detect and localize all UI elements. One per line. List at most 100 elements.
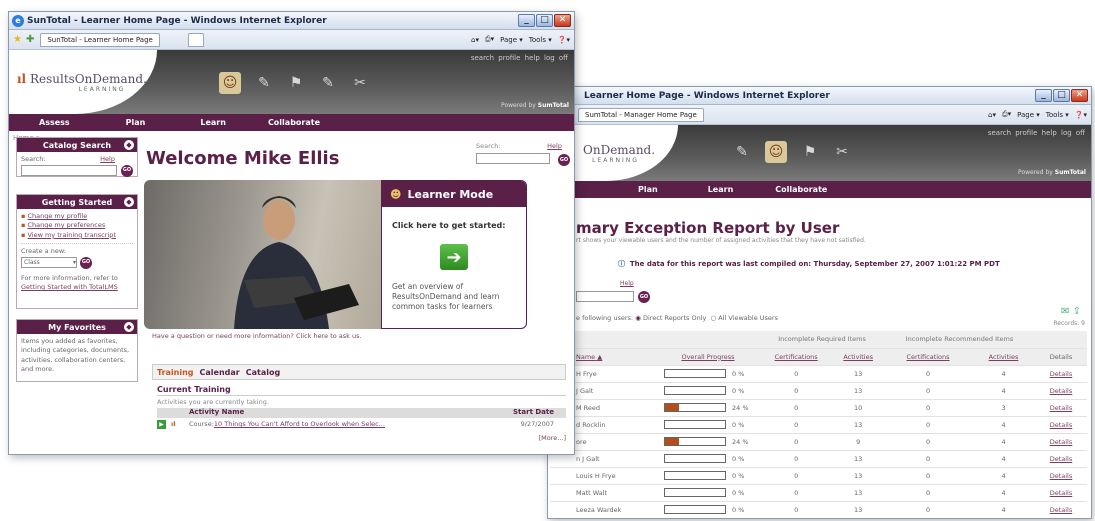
- app-banner: ıl ResultsOnDemand. LEARNING search prof…: [9, 50, 574, 114]
- details-link[interactable]: Details: [1035, 365, 1087, 383]
- tools-icon[interactable]: ✂: [351, 75, 369, 91]
- close-button[interactable]: ✕: [554, 14, 571, 27]
- help-icon[interactable]: ❓▾: [558, 36, 570, 44]
- catalog-search-label: Search:: [21, 155, 46, 163]
- recommended-activities: 4: [972, 467, 1035, 485]
- print-report-icon[interactable]: ✉: [1061, 306, 1069, 317]
- learn-icon[interactable]: ✎: [319, 75, 337, 91]
- launch-icon[interactable]: ▶: [157, 420, 166, 429]
- logo-bars-icon: ıl: [17, 71, 27, 86]
- nav-plan[interactable]: Plan: [126, 118, 146, 127]
- assess-icon[interactable]: ✎: [255, 75, 273, 91]
- get-started-arrow-button[interactable]: ➔: [440, 244, 468, 270]
- favorites-star-icon[interactable]: ★: [13, 34, 22, 45]
- collapse-icon[interactable]: ◆: [124, 140, 134, 150]
- getting-started-guide-link[interactable]: Getting Started with TotalLMS: [21, 283, 118, 291]
- col-header-progress[interactable]: Overall Progress: [656, 348, 760, 366]
- close-button[interactable]: ✕: [1071, 89, 1088, 102]
- add-favorites-icon[interactable]: ✚: [26, 34, 34, 45]
- browser-tab[interactable]: SunTotal - Learner Home Page: [40, 32, 160, 47]
- maximize-button[interactable]: □: [1053, 89, 1070, 102]
- progress-bar: [664, 488, 726, 497]
- ask-question-link[interactable]: Have a question or need more information…: [152, 332, 362, 340]
- list-item: ▪ Change my preferences: [21, 221, 106, 230]
- maximize-button[interactable]: □: [536, 14, 553, 27]
- nav-collaborate[interactable]: Collaborate: [775, 185, 827, 194]
- required-certifications: 0: [760, 365, 833, 383]
- nav-collaborate[interactable]: Collaborate: [268, 118, 320, 127]
- catalog-help-link[interactable]: Help: [100, 155, 115, 164]
- minimize-button[interactable]: _: [1035, 89, 1052, 102]
- details-link[interactable]: Details: [1035, 467, 1087, 485]
- search-help-link[interactable]: Help: [547, 142, 562, 150]
- details-link[interactable]: Details: [1035, 416, 1087, 434]
- details-link[interactable]: Details: [1035, 450, 1087, 468]
- learner-mode-icon[interactable]: ☺: [765, 141, 787, 163]
- help-link[interactable]: Help: [620, 280, 634, 287]
- favorites-header: My Favorites ◆: [17, 320, 137, 334]
- logo-subtitle: LEARNING: [592, 156, 639, 164]
- print-icon[interactable]: ⎙▾: [1002, 110, 1011, 119]
- help-icon[interactable]: ❓▾: [1075, 111, 1087, 119]
- top-links[interactable]: search profile help log off: [988, 129, 1085, 137]
- nav-assess[interactable]: Assess: [39, 118, 70, 127]
- radio-direct-reports[interactable]: ◉: [635, 314, 641, 322]
- details-link[interactable]: Details: [1035, 433, 1087, 451]
- col-header-rec-activities[interactable]: Activities: [972, 348, 1035, 366]
- collapse-icon[interactable]: ◆: [124, 322, 134, 332]
- home-icon[interactable]: ⌂▾: [471, 36, 479, 44]
- details-link[interactable]: Details: [1035, 501, 1087, 518]
- collapse-icon[interactable]: ◆: [124, 197, 134, 207]
- details-link[interactable]: Details: [1035, 399, 1087, 417]
- current-training-title: Current Training: [157, 385, 231, 394]
- nav-learn[interactable]: Learn: [708, 185, 734, 194]
- nav-learn[interactable]: Learn: [200, 118, 226, 127]
- tools-icon[interactable]: ✂: [833, 144, 851, 160]
- catalog-search-input[interactable]: [21, 165, 117, 177]
- col-header-rec-certs[interactable]: Certifications: [884, 348, 973, 366]
- records-count: Records: 9: [1053, 320, 1085, 327]
- learner-mode-icon[interactable]: ☺: [219, 72, 241, 94]
- progress-percent: 24 %: [732, 403, 749, 412]
- report-description: rt shows your viewable users and the num…: [576, 237, 866, 244]
- tab-training[interactable]: Training: [157, 368, 194, 377]
- create-go-button[interactable]: GO: [80, 256, 92, 269]
- tools-menu[interactable]: Tools ▾: [1046, 111, 1069, 119]
- browser-tools: ⌂▾ ⎙▾ Page ▾ Tools ▾ ❓▾: [988, 110, 1087, 119]
- col-header-req-activities[interactable]: Activities: [832, 348, 885, 366]
- change-profile-link[interactable]: Change my profile: [27, 212, 87, 220]
- details-link[interactable]: Details: [1035, 382, 1087, 400]
- go-button[interactable]: GO: [638, 291, 650, 303]
- browser-tab[interactable]: SumTotal - Manager Home Page: [578, 107, 704, 122]
- print-icon[interactable]: ⎙▾: [485, 35, 494, 44]
- col-header-req-certs[interactable]: Certifications: [760, 348, 833, 366]
- details-link[interactable]: Details: [1035, 484, 1087, 502]
- assess-icon[interactable]: ✎: [733, 144, 751, 160]
- minimize-button[interactable]: _: [518, 14, 535, 27]
- page-menu[interactable]: Page ▾: [1017, 111, 1040, 119]
- progress-cell: 0 %: [656, 416, 760, 434]
- plan-icon[interactable]: ⚑: [801, 144, 819, 160]
- col-start-date: Start Date: [513, 408, 554, 416]
- home-icon[interactable]: ⌂▾: [988, 111, 996, 119]
- search-go-button[interactable]: GO: [558, 154, 570, 166]
- search-input[interactable]: [576, 291, 634, 302]
- change-preferences-link[interactable]: Change my preferences: [27, 221, 105, 229]
- plan-icon[interactable]: ⚑: [287, 75, 305, 91]
- radio-all-users[interactable]: ○: [711, 314, 717, 322]
- export-icon[interactable]: ⇪: [1073, 306, 1081, 317]
- tools-menu[interactable]: Tools ▾: [529, 36, 552, 44]
- tab-catalog[interactable]: Catalog: [246, 368, 280, 377]
- new-tab-button[interactable]: [187, 32, 204, 47]
- view-transcript-link[interactable]: View my training transcript: [27, 231, 115, 239]
- page-menu[interactable]: Page ▾: [500, 36, 523, 44]
- more-link[interactable]: [More...]: [157, 434, 566, 442]
- col-activity-name: Activity Name: [189, 408, 245, 416]
- top-links[interactable]: search profile help log off: [471, 54, 568, 62]
- activity-link[interactable]: 10 Things You Can't Afford to Overlook w…: [214, 420, 385, 428]
- nav-plan[interactable]: Plan: [638, 185, 658, 194]
- catalog-go-button[interactable]: GO: [121, 165, 133, 177]
- tab-calendar[interactable]: Calendar: [200, 368, 240, 377]
- search-input[interactable]: [476, 153, 550, 164]
- create-new-select[interactable]: Class ▾: [21, 257, 77, 269]
